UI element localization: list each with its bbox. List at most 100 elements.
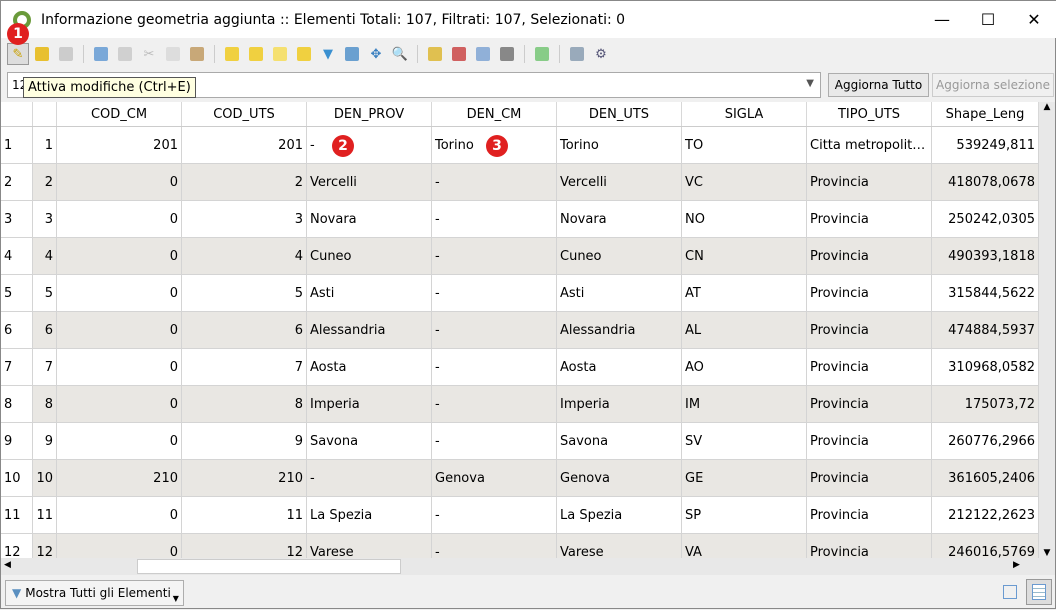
- table-cell: Provincia: [807, 312, 932, 348]
- table-row[interactable]: 10 10 210 210- Genova Genova GE Provincia 361605…: [1, 460, 1039, 497]
- dropdown-arrow-icon[interactable]: ▼: [806, 78, 814, 89]
- actions-button[interactable]: ⚙: [590, 43, 612, 65]
- cut-button[interactable]: ✂: [138, 43, 160, 65]
- row-header[interactable]: 10: [1, 460, 33, 496]
- copy-button[interactable]: [162, 43, 184, 65]
- row-header[interactable]: 9: [1, 423, 33, 459]
- row-header[interactable]: 11: [1, 497, 33, 533]
- horizontal-scroll-thumb[interactable]: [137, 559, 401, 574]
- table-view-button[interactable]: [1026, 579, 1052, 605]
- select-expression-button[interactable]: [221, 43, 243, 65]
- paste-button[interactable]: [186, 43, 208, 65]
- trash-icon: [118, 47, 132, 61]
- column-header[interactable]: SIGLA: [682, 102, 807, 126]
- vertical-scrollbar[interactable]: ▲ ▼: [1039, 102, 1055, 558]
- table-row[interactable]: 11 11 0 11 La Spezia - La Spezia SP Provincia 212…: [1, 497, 1039, 534]
- table-cell: 7: [182, 349, 307, 385]
- step-badge-1: 1: [7, 23, 29, 45]
- table-cell: 2: [33, 164, 57, 200]
- table-cell: Provincia: [807, 238, 932, 274]
- multi-edit-icon: [35, 47, 49, 61]
- add-feature-button[interactable]: [90, 43, 112, 65]
- table-cell: 11: [182, 497, 307, 533]
- multi-edit-button[interactable]: [31, 43, 53, 65]
- row-header[interactable]: 5: [1, 275, 33, 311]
- column-header[interactable]: DEN_PROV: [307, 102, 432, 126]
- row-header[interactable]: 2: [1, 164, 33, 200]
- row-header[interactable]: 7: [1, 349, 33, 385]
- move-selection-top-button[interactable]: [341, 43, 363, 65]
- table-row[interactable]: 12 12 0 12 Varese - Varese VA Provincia 246016,57…: [1, 534, 1039, 558]
- table-cell: 0: [57, 423, 182, 459]
- table-cell: Aosta: [557, 349, 682, 385]
- row-header[interactable]: 8: [1, 386, 33, 422]
- table-cell: -: [432, 497, 557, 533]
- new-field-button[interactable]: [424, 43, 446, 65]
- table-cell: 539249,811: [932, 127, 1039, 163]
- delete-field-button[interactable]: [448, 43, 470, 65]
- table-cell: 260776,2966: [932, 423, 1039, 459]
- row-header[interactable]: 12: [1, 534, 33, 558]
- column-header[interactable]: DEN_CM: [432, 102, 557, 126]
- new-field-icon: [428, 47, 442, 61]
- table-cell: SV: [682, 423, 807, 459]
- table-row[interactable]: 3 3 0 3 Novara - Novara NO Provincia 250242,0305: [1, 201, 1039, 238]
- table-row[interactable]: 4 4 0 4 Cuneo - Cuneo CN Provincia 490393,1818: [1, 238, 1039, 275]
- table-cell: Provincia: [807, 423, 932, 459]
- close-button[interactable]: ✕: [1011, 1, 1056, 38]
- row-header[interactable]: 4: [1, 238, 33, 274]
- field-calculator-button[interactable]: [496, 43, 518, 65]
- filter-selected-button[interactable]: ▼: [317, 43, 339, 65]
- scroll-down-arrow-icon[interactable]: ▼: [1039, 548, 1055, 558]
- column-header[interactable]: [33, 102, 57, 126]
- window-title: Informazione geometria aggiunta :: Eleme…: [41, 11, 626, 28]
- row-header[interactable]: 3: [1, 201, 33, 237]
- table-row[interactable]: 6 6 0 6 Alessandria - Alessandria AL Provincia 47…: [1, 312, 1039, 349]
- table-cell: 490393,1818: [932, 238, 1039, 274]
- step-badge-3: 3: [486, 135, 508, 157]
- save-edits-button[interactable]: [55, 43, 77, 65]
- row-header[interactable]: 1: [1, 127, 33, 163]
- table-row[interactable]: 9 9 0 9 Savona - Savona SV Provincia 260776,2966: [1, 423, 1039, 460]
- scroll-right-arrow-icon[interactable]: ▶: [1013, 560, 1020, 570]
- conditional-formatting-button[interactable]: [531, 43, 553, 65]
- pan-to-selected-button[interactable]: ✥: [365, 43, 387, 65]
- table-cell: Vercelli: [307, 164, 432, 200]
- table-cell: TO: [682, 127, 807, 163]
- column-header[interactable]: Shape_Leng: [932, 102, 1039, 126]
- update-selection-button[interactable]: Aggiorna selezione: [932, 73, 1054, 97]
- filter-button-label: Mostra Tutti gli Elementi: [25, 586, 171, 600]
- update-all-button[interactable]: Aggiorna Tutto: [828, 73, 929, 97]
- horizontal-scrollbar[interactable]: ◀ ▶: [1, 558, 1055, 575]
- table-cell: 0: [57, 534, 182, 558]
- table-cell: Genova: [432, 460, 557, 496]
- zoom-to-selected-button[interactable]: 🔍: [389, 43, 411, 65]
- scroll-left-arrow-icon[interactable]: ◀: [4, 560, 11, 570]
- table-row[interactable]: 1 1 201 201- Torino Torino TO Citta metropolit……: [1, 127, 1039, 164]
- table-row[interactable]: 8 8 0 8 Imperia - Imperia IM Provincia 175073,72: [1, 386, 1039, 423]
- column-header[interactable]: DEN_UTS: [557, 102, 682, 126]
- minimize-button[interactable]: —: [919, 1, 965, 38]
- toggle-editing-button[interactable]: ✎: [7, 43, 29, 65]
- row-header[interactable]: 6: [1, 312, 33, 348]
- delete-feature-button[interactable]: [114, 43, 136, 65]
- scroll-up-arrow-icon[interactable]: ▲: [1039, 102, 1055, 118]
- table-row[interactable]: 7 7 0 7 Aosta - Aosta AO Provincia 310968,0582: [1, 349, 1039, 386]
- table-cell: Asti: [307, 275, 432, 311]
- select-all-button[interactable]: [245, 43, 267, 65]
- invert-selection-button[interactable]: [269, 43, 291, 65]
- column-header[interactable]: COD_CM: [57, 102, 182, 126]
- deselect-all-button[interactable]: [293, 43, 315, 65]
- table-cell: AO: [682, 349, 807, 385]
- table-cell: 474884,5937: [932, 312, 1039, 348]
- maximize-button[interactable]: ☐: [965, 1, 1011, 38]
- form-view-button[interactable]: [999, 581, 1021, 603]
- show-features-filter-button[interactable]: ▼ Mostra Tutti gli Elementi ▼: [5, 580, 184, 606]
- table-cell: -: [432, 349, 557, 385]
- table-row[interactable]: 5 5 0 5 Asti - Asti AT Provincia 315844,5622: [1, 275, 1039, 312]
- table-row[interactable]: 2 2 0 2 Vercelli - Vercelli VC Provincia 418078,0…: [1, 164, 1039, 201]
- dock-button[interactable]: [566, 43, 588, 65]
- column-header[interactable]: COD_UTS: [182, 102, 307, 126]
- field-calculator-edit-button[interactable]: [472, 43, 494, 65]
- column-header[interactable]: TIPO_UTS: [807, 102, 932, 126]
